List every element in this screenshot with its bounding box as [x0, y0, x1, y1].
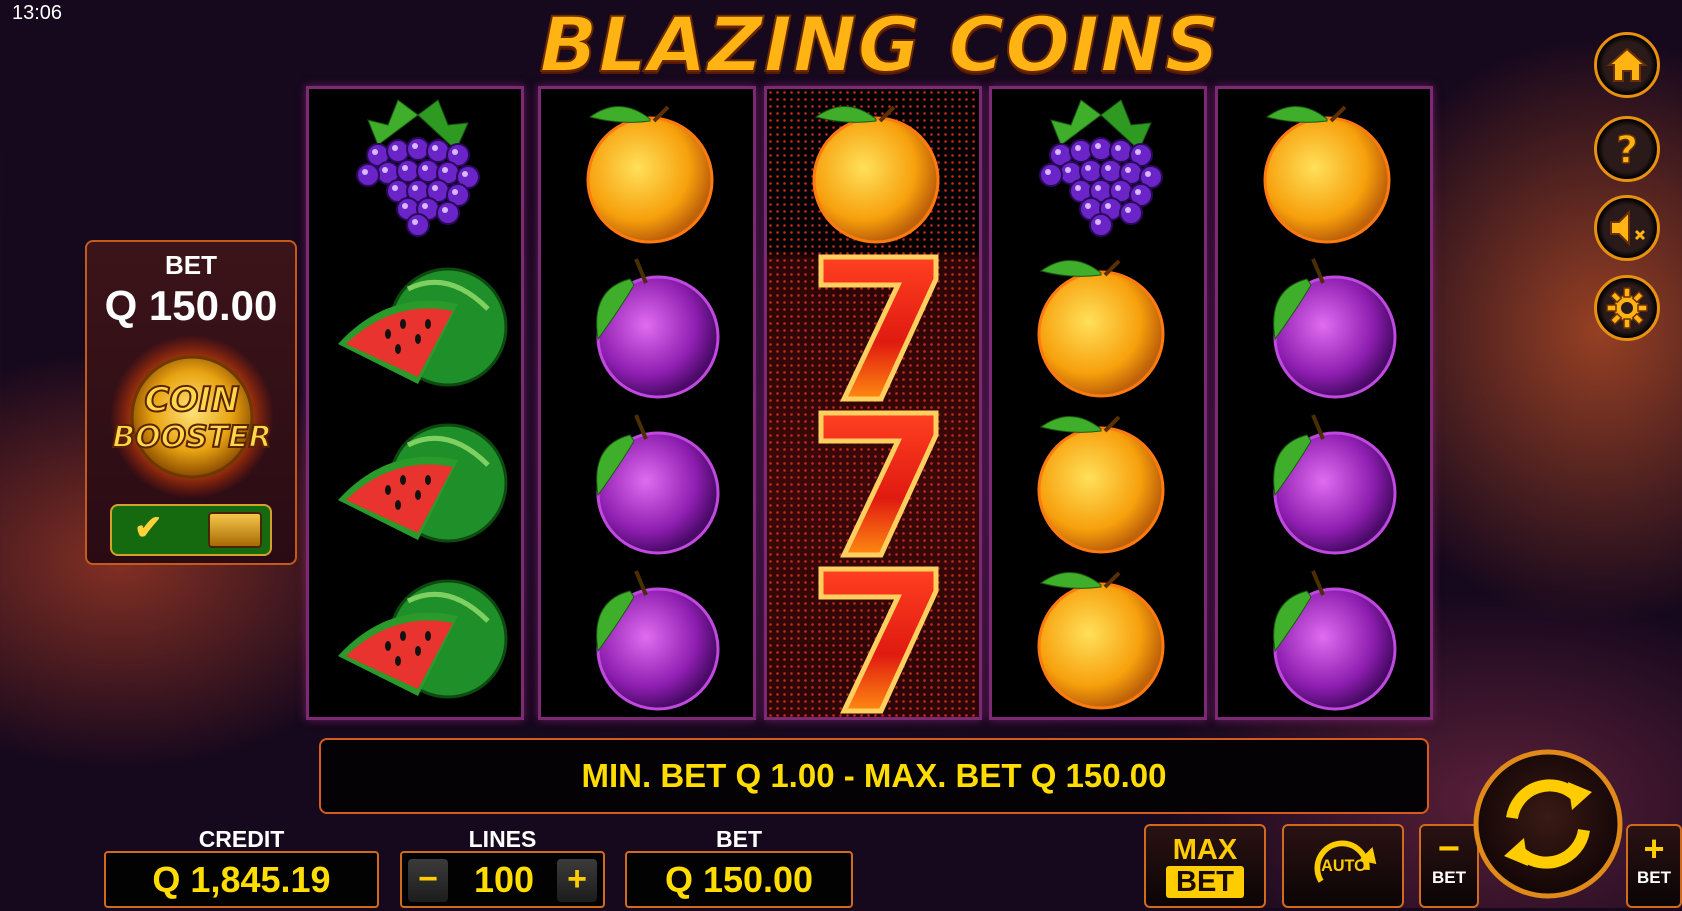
watermelon-symbol — [318, 405, 518, 560]
credit-label: CREDIT — [198, 826, 285, 852]
grapes-symbol — [318, 95, 518, 250]
orange-symbol — [1227, 95, 1427, 250]
bet-panel-label: BET — [165, 250, 217, 280]
max-bet-button[interactable]: MAX BET — [1144, 824, 1266, 908]
orange-symbol — [1001, 249, 1201, 404]
plum-symbol — [1227, 561, 1427, 716]
orange-symbol — [1001, 561, 1201, 716]
seven-symbol — [776, 405, 976, 560]
plum-symbol — [550, 249, 750, 404]
home-icon — [1606, 47, 1648, 82]
help-button[interactable]: ? — [1594, 116, 1660, 182]
minus-icon: − — [1437, 828, 1461, 870]
help-icon: ? — [1615, 127, 1639, 171]
bet-label: BET — [716, 826, 762, 852]
home-button[interactable] — [1594, 32, 1660, 98]
seven-symbol — [776, 561, 976, 716]
coin-icon: COIN BOOSTER — [110, 335, 274, 499]
seven-symbol — [776, 249, 976, 404]
bet-value: Q 150.00 — [625, 851, 853, 908]
lines-control: − 100 + — [400, 851, 605, 908]
credit-value: Q 1,845.19 — [104, 851, 379, 908]
svg-text:?: ? — [1616, 128, 1638, 171]
orange-symbol — [776, 95, 976, 250]
grapes-symbol — [1001, 95, 1201, 250]
plum-symbol — [550, 405, 750, 560]
reel-5 — [1215, 86, 1433, 720]
bet-increase-button[interactable]: + BET — [1626, 824, 1682, 908]
reel-1 — [306, 86, 524, 720]
bet-decrease-button[interactable]: − BET — [1419, 824, 1479, 908]
settings-button[interactable] — [1594, 275, 1660, 341]
plum-symbol — [550, 561, 750, 716]
spin-icon — [1473, 749, 1623, 899]
settings-icon — [1606, 287, 1648, 329]
coin-booster-toggle[interactable]: ✔ — [110, 504, 272, 556]
reel-4 — [989, 86, 1207, 720]
orange-symbol — [550, 95, 750, 250]
bet-panel-value: Q 150.00 — [104, 282, 278, 329]
reel-3 — [764, 86, 982, 720]
toggle-knob[interactable] — [208, 512, 262, 548]
reel-2 — [538, 86, 756, 720]
lines-plus-button[interactable]: + — [557, 859, 597, 902]
plum-symbol — [1227, 405, 1427, 560]
orange-symbol — [1001, 405, 1201, 560]
game-title-main: BLAZING COINS — [538, 0, 1221, 90]
booster-line2: BOOSTER — [112, 420, 272, 455]
status-time: 13:06 — [12, 2, 63, 24]
check-icon: ✔ — [134, 509, 163, 547]
plum-symbol — [1227, 249, 1427, 404]
bet-decrease-label: BET — [1432, 868, 1466, 887]
autoplay-button[interactable]: AUTO — [1282, 824, 1404, 908]
bet-increase-label: BET — [1637, 868, 1671, 887]
sound-button[interactable] — [1594, 195, 1660, 261]
coin-booster-badge: COIN BOOSTER — [110, 335, 275, 500]
autoplay-icon: AUTO — [1314, 840, 1377, 883]
spin-button[interactable] — [1472, 748, 1624, 900]
lines-value: 100 — [473, 859, 535, 900]
watermelon-symbol — [318, 561, 518, 716]
autoplay-label: AUTO — [1321, 857, 1367, 875]
lines-label: LINES — [468, 826, 537, 852]
max-bet-line1: MAX — [1172, 834, 1238, 866]
booster-line1: COIN — [145, 380, 240, 420]
lines-minus-button[interactable]: − — [408, 859, 448, 902]
watermelon-symbol — [318, 249, 518, 404]
bet-range-info: MIN. BET Q 1.00 - MAX. BET Q 150.00 — [319, 738, 1429, 814]
plus-icon: + — [1643, 828, 1665, 869]
sound-muted-icon — [1610, 209, 1646, 247]
max-bet-line2: BET — [1166, 866, 1244, 898]
